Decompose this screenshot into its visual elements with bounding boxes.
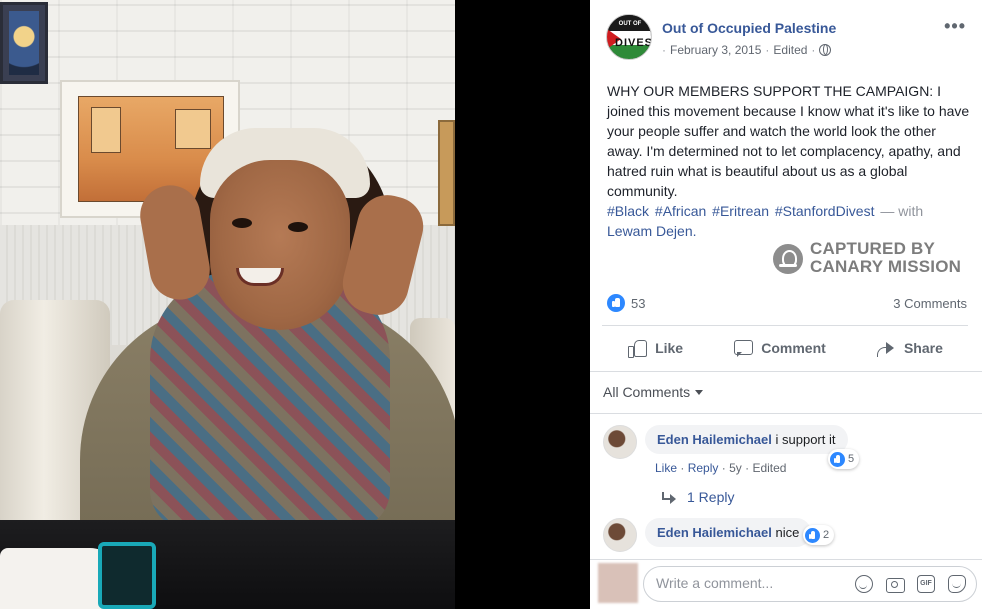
comment-text: i support it <box>775 432 836 447</box>
share-label: Share <box>903 340 943 356</box>
sticker-icon[interactable] <box>948 575 966 593</box>
post-date-link[interactable]: February 3, 2015 <box>670 43 761 57</box>
comments-count-link[interactable]: 3 Comments <box>893 296 967 311</box>
like-icon <box>607 294 625 312</box>
comment-button[interactable]: Comment <box>733 339 826 357</box>
phone-on-table <box>98 542 156 609</box>
comment-input-box[interactable]: GIF <box>643 566 977 602</box>
more-icon[interactable]: ••• <box>944 17 966 35</box>
page-avatar[interactable]: OUT OF OCCUPIED PALESTINE DIVEST <box>606 14 652 60</box>
globe-icon[interactable] <box>819 44 832 56</box>
like-button[interactable]: Like <box>627 339 684 358</box>
comment-reactions[interactable]: 2 <box>803 525 835 545</box>
divider <box>590 413 982 414</box>
watermark: CAPTURED BY CANARY MISSION <box>773 240 973 280</box>
post-header: OUT OF OCCUPIED PALESTINE DIVEST Out of … <box>606 14 972 64</box>
thumb-up-icon <box>627 339 648 358</box>
divider <box>590 371 982 372</box>
meta-separator: · <box>811 43 816 57</box>
view-replies-link[interactable]: 1 Reply <box>662 489 734 505</box>
comment-composer: GIF <box>590 559 982 609</box>
like-icon <box>830 451 845 467</box>
commenter-avatar[interactable] <box>603 518 637 552</box>
commenter-name-link[interactable]: Eden Hailemichael <box>657 432 772 447</box>
comment-like-count: 5 <box>848 453 855 465</box>
share-button[interactable]: Share <box>876 339 943 357</box>
share-icon <box>876 339 896 357</box>
wall-frame-right <box>438 120 455 226</box>
comment-icon <box>733 339 754 357</box>
page-name-link[interactable]: Out of Occupied Palestine <box>662 20 836 36</box>
hashtags: #Black #African #Eritrean #StanfordDives… <box>607 201 971 241</box>
comment-reply-link[interactable]: Reply <box>688 461 719 475</box>
chevron-down-icon <box>695 389 704 395</box>
action-bar: Like Comment Share <box>602 330 968 366</box>
comment-actions: Like · Reply · 5y · Edited <box>655 461 787 475</box>
divider <box>602 325 968 326</box>
post-side-panel: OUT OF OCCUPIED PALESTINE DIVEST Out of … <box>590 0 982 609</box>
person-face <box>210 160 350 330</box>
comment-edited[interactable]: Edited <box>752 461 786 475</box>
comment-label: Comment <box>761 340 826 356</box>
comments-filter-dropdown[interactable]: All Comments <box>603 384 704 400</box>
comment-reactions[interactable]: 5 <box>828 449 860 469</box>
person-eye-right <box>288 222 308 232</box>
comment-age[interactable]: 5y <box>729 461 742 475</box>
reactions-summary[interactable]: 53 <box>607 292 645 314</box>
replies-count: 1 Reply <box>687 489 735 505</box>
comment-like-count: 2 <box>823 529 830 541</box>
post-body: WHY OUR MEMBERS SUPPORT THE CAMPAIGN: I … <box>607 83 970 199</box>
post-photo[interactable] <box>0 0 455 609</box>
like-label: Like <box>655 340 684 356</box>
tagged-person-link[interactable]: Lewam Dejen. <box>607 223 697 239</box>
reaction-count: 53 <box>631 295 646 311</box>
camera-icon[interactable] <box>886 575 905 593</box>
wall-frame-icon-painting <box>0 2 48 84</box>
like-icon <box>805 527 820 543</box>
page-avatar-text: DIVEST <box>615 37 651 49</box>
hashtag-link[interactable]: #Black <box>607 203 649 219</box>
composer-icons: GIF <box>855 575 966 593</box>
comment-like-link[interactable]: Like <box>655 461 677 475</box>
commenter-name-link[interactable]: Eden Hailemichael <box>657 525 772 540</box>
canary-logo-icon <box>773 244 803 274</box>
post-meta: · February 3, 2015 · Edited · <box>662 43 832 57</box>
comment-bubble: Eden Hailemichael i support it <box>645 425 848 454</box>
comment-bubble: Eden Hailemichael nice <box>645 518 812 547</box>
comment-input[interactable] <box>656 575 836 591</box>
with-label: — with <box>880 203 924 219</box>
commenter-avatar[interactable] <box>603 425 637 459</box>
person-eye-left <box>232 218 252 228</box>
hashtag-link[interactable]: #StanfordDivest <box>775 203 875 219</box>
watermark-text: CAPTURED BY CANARY MISSION <box>810 239 962 276</box>
comments-filter-label: All Comments <box>603 384 691 400</box>
emoji-icon[interactable] <box>855 575 873 593</box>
edited-label[interactable]: Edited <box>773 43 807 57</box>
meta-separator: · <box>662 43 666 57</box>
comment-text: nice <box>775 525 800 540</box>
hashtag-link[interactable]: #Eritrean <box>712 203 769 219</box>
post-text: WHY OUR MEMBERS SUPPORT THE CAMPAIGN: I … <box>607 81 971 241</box>
meta-separator: · <box>765 43 770 57</box>
gif-icon[interactable]: GIF <box>917 575 935 593</box>
hashtag-link[interactable]: #African <box>655 203 706 219</box>
reply-arrow-icon <box>662 492 676 504</box>
my-avatar[interactable] <box>598 563 638 603</box>
